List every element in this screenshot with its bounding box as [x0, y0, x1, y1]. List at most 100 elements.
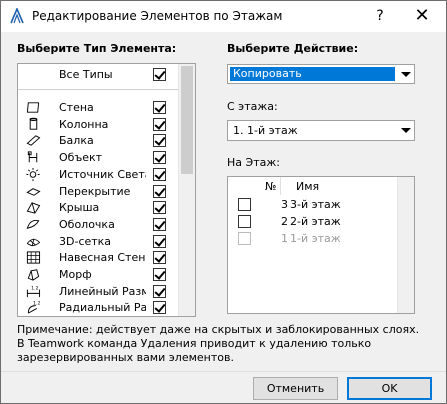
floor-number: 3	[281, 198, 288, 211]
curtain-wall-icon	[26, 251, 41, 264]
element-type-row[interactable]: Морф	[18, 266, 178, 283]
element-type-checkbox[interactable]	[153, 217, 166, 231]
element-type-label: Крыша	[59, 201, 100, 215]
note-text: Примечание: действует даже на скрытых и …	[17, 323, 437, 365]
lamp-icon	[26, 167, 40, 181]
element-type-row[interactable]: 1.2 Радиальный Размер	[18, 299, 178, 316]
chevron-down-icon	[401, 72, 411, 77]
archicad-app-icon	[10, 8, 24, 24]
from-floor-selected-value: 1. 1-й этаж	[233, 124, 298, 137]
element-type-checkbox[interactable]	[153, 167, 166, 181]
element-type-label: Радиальный Размер	[59, 301, 146, 315]
floor-name: 2-й этаж	[290, 215, 341, 228]
action-selected-value: Копировать	[230, 67, 395, 81]
floor-checkbox[interactable]	[238, 215, 251, 228]
element-type-checkbox[interactable]	[153, 251, 166, 265]
element-type-row[interactable]: Перекрытие	[18, 183, 178, 200]
element-type-row[interactable]: Оболочка	[18, 216, 178, 233]
all-types-label: Все Типы	[59, 68, 113, 81]
element-type-row[interactable]: Объект	[18, 149, 178, 166]
radial-dimension-icon: 1.2	[27, 301, 40, 314]
element-type-label: Морф	[59, 268, 92, 281]
element-type-checkbox[interactable]	[153, 284, 166, 298]
element-type-label: 3D-сетка	[59, 234, 112, 248]
element-type-label: Источник Света	[59, 167, 146, 181]
element-type-label: Стена	[59, 101, 94, 114]
scrollbar-thumb[interactable]	[181, 66, 193, 174]
floor-row[interactable]: 2 2-й этаж	[228, 213, 398, 230]
list-divider	[18, 89, 178, 90]
element-type-label: Навесная Стена	[59, 251, 146, 265]
column-header-number[interactable]: №	[265, 180, 276, 193]
element-type-label: Оболочка	[59, 217, 115, 231]
chevron-down-icon	[401, 128, 411, 133]
svg-text:1.2: 1.2	[33, 301, 40, 307]
floor-number: 1	[281, 232, 288, 245]
floor-checkbox[interactable]	[238, 198, 251, 211]
element-type-checkbox[interactable]	[153, 134, 166, 148]
element-type-row[interactable]: Балка	[18, 132, 178, 149]
element-type-label: Балка	[59, 134, 94, 148]
element-type-row[interactable]: Стена	[18, 99, 178, 116]
element-type-checkbox[interactable]	[153, 101, 166, 114]
button-bar: Отменить OK	[1, 371, 446, 403]
floor-checkbox	[238, 232, 251, 245]
wall-icon	[26, 102, 40, 113]
element-type-checkbox[interactable]	[153, 268, 166, 281]
element-type-checkbox[interactable]	[153, 151, 166, 165]
element-type-row[interactable]: Крыша	[18, 199, 178, 216]
element-type-checkbox[interactable]	[153, 117, 166, 131]
element-type-row[interactable]: Навесная Стена	[18, 249, 178, 266]
column-header-name[interactable]: Имя	[296, 180, 319, 193]
element-type-label: Объект	[59, 151, 103, 165]
all-types-checkbox[interactable]	[153, 68, 166, 81]
object-icon	[27, 151, 38, 163]
element-type-checkbox[interactable]	[153, 301, 166, 315]
element-type-row[interactable]: Колонна	[18, 116, 178, 133]
element-type-checkbox[interactable]	[153, 184, 166, 198]
action-dropdown[interactable]: Копировать	[227, 64, 415, 84]
note-line-3: зарезервированных вами элементов.	[17, 351, 234, 364]
window-title: Редактирование Элементов по Этажам	[32, 9, 283, 23]
element-type-list: Все Типы Стена Колонна Балка Объект Источник…	[17, 63, 196, 317]
from-floor-label: С этажа:	[227, 100, 278, 113]
dialog-window: Редактирование Элементов по Этажам ? ✕ В…	[0, 0, 447, 404]
beam-icon	[26, 135, 41, 147]
element-type-checkbox[interactable]	[153, 234, 166, 248]
title-bar: Редактирование Элементов по Этажам ? ✕	[1, 1, 446, 32]
morph-icon	[27, 269, 40, 281]
element-type-label: Линейный Размер	[59, 284, 146, 298]
help-button[interactable]: ?	[367, 5, 393, 27]
floor-row[interactable]: 3 3-й этаж	[228, 196, 398, 213]
element-type-label: Перекрытие	[59, 184, 131, 198]
floor-row: 1 1-й этаж	[228, 230, 398, 247]
to-floor-list: № Имя 3 3-й этаж 2 2-й этаж 1 1-й этаж	[227, 176, 415, 314]
ok-button[interactable]: OK	[347, 377, 432, 400]
svg-text:1.2: 1.2	[31, 285, 38, 291]
floor-number: 2	[281, 215, 288, 228]
slab-icon	[26, 187, 41, 196]
floor-name: 1-й этаж	[290, 232, 341, 245]
element-type-label: Колонна	[59, 117, 109, 131]
linear-dimension-icon: 1.2	[26, 285, 41, 297]
all-types-row[interactable]: Все Типы	[18, 66, 178, 83]
roof-icon	[26, 202, 41, 214]
floor-list-scrollbar[interactable]	[397, 177, 414, 313]
mesh-icon	[26, 238, 41, 246]
element-type-row[interactable]: Источник Света	[18, 166, 178, 183]
element-type-heading: Выберите Тип Элемента:	[17, 42, 177, 55]
element-type-row[interactable]: 1.2 Линейный Размер	[18, 283, 178, 300]
shell-icon	[26, 219, 40, 229]
to-floor-label: На Этаж:	[227, 156, 280, 169]
element-type-checkbox[interactable]	[153, 201, 166, 215]
close-button[interactable]: ✕	[407, 5, 437, 27]
note-line-1: Примечание: действует даже на скрытых и …	[17, 323, 420, 336]
note-line-2: В Teamwork команда Удаления приводит к у…	[17, 337, 372, 350]
cancel-button[interactable]: Отменить	[253, 377, 338, 400]
from-floor-dropdown[interactable]: 1. 1-й этаж	[227, 120, 415, 141]
element-type-row[interactable]: 3D-сетка	[18, 233, 178, 250]
element-type-scrollbar[interactable]	[178, 64, 195, 316]
column-icon	[29, 117, 38, 130]
column-separator	[280, 177, 281, 195]
floor-name: 3-й этаж	[290, 198, 341, 211]
